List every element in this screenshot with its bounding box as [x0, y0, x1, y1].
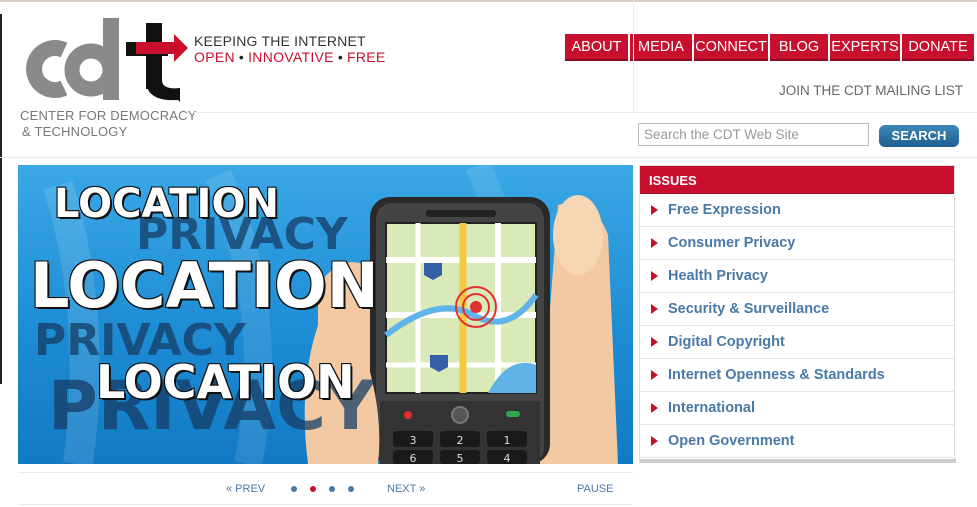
bullet-arrow-icon — [651, 271, 658, 281]
keypad-key: 1 — [504, 434, 511, 447]
issues-title: ISSUES — [640, 166, 954, 194]
left-border — [0, 14, 2, 384]
keypad-key: 6 — [410, 452, 417, 464]
search-divider — [0, 157, 977, 158]
slider-bottom-divider — [18, 504, 633, 505]
logo-subtitle-line1: CENTER FOR DEMOCRACY — [20, 108, 197, 123]
issue-label: Health Privacy — [668, 268, 768, 284]
bullet-arrow-icon — [651, 403, 658, 413]
hero-word-location: LOCATION — [95, 354, 356, 410]
cdt-logo[interactable]: CENTER FOR DEMOCRACY & TECHNOLOGY — [18, 18, 196, 143]
issue-open-government[interactable]: Open Government — [640, 425, 954, 458]
keypad-key: 5 — [457, 452, 464, 464]
tagline-word: OPEN — [194, 49, 235, 65]
issue-label: International — [668, 400, 756, 416]
nav-experts[interactable]: EXPERTS — [830, 34, 900, 61]
issue-label: Open Government — [668, 433, 795, 449]
issue-internet-openness[interactable]: Internet Openness & Standards — [640, 359, 954, 392]
issue-security-surveillance[interactable]: Security & Surveillance — [640, 293, 954, 326]
bullet-arrow-icon — [651, 436, 658, 446]
slider-dot[interactable] — [291, 486, 297, 492]
tagline-word: FREE — [347, 49, 386, 65]
keypad-key: 4 — [504, 452, 511, 464]
nav-blog[interactable]: BLOG — [770, 34, 828, 61]
hero-word-location: LOCATION — [29, 248, 380, 323]
hero-slide[interactable]: 3 2 1 6 5 4 PRIVACY PRIVACY PRIVACY LOCA… — [18, 165, 633, 464]
bullet-arrow-icon — [651, 238, 658, 248]
issues-panel: ISSUES Free Expression Consumer Privacy … — [639, 165, 956, 463]
issue-international[interactable]: International — [640, 392, 954, 425]
issue-label: Free Expression — [668, 202, 781, 218]
main-nav: ABOUT MEDIA CONNECT BLOG EXPERTS DONATE — [565, 34, 974, 61]
issue-label: Consumer Privacy — [668, 235, 796, 251]
slider-next-button[interactable]: NEXT » — [387, 483, 425, 495]
search-input[interactable]: Search the CDT Web Site — [638, 123, 869, 146]
issue-label: Digital Copyright — [668, 334, 785, 350]
logo-subtitle-line2: & TECHNOLOGY — [22, 124, 128, 139]
bullet-arrow-icon — [651, 337, 658, 347]
nav-connect[interactable]: CONNECT — [694, 34, 768, 61]
issue-label: Security & Surveillance — [668, 301, 830, 317]
tagline-word: INNOVATIVE — [248, 49, 334, 65]
cdt-logo-mark — [26, 18, 188, 102]
bullet-arrow-icon — [651, 205, 658, 215]
issue-digital-copyright[interactable]: Digital Copyright — [640, 326, 954, 359]
tagline-line1: KEEPING THE INTERNET — [194, 33, 366, 49]
header-divider — [190, 112, 977, 113]
issue-label: Internet Openness & Standards — [668, 367, 885, 383]
issue-consumer-privacy[interactable]: Consumer Privacy — [640, 227, 954, 260]
issues-footer-bar — [640, 459, 956, 463]
slider-dot[interactable] — [329, 486, 335, 492]
search-button[interactable]: SEARCH — [879, 125, 959, 147]
tagline: KEEPING THE INTERNET OPEN • INNOVATIVE • FRE… — [194, 33, 386, 65]
bullet-arrow-icon — [651, 370, 658, 380]
keypad-key: 3 — [410, 434, 417, 447]
mailing-list-link[interactable]: JOIN THE CDT MAILING LIST — [779, 83, 963, 98]
slider-top-divider — [18, 472, 633, 473]
header-vertical-divider — [633, 0, 634, 112]
logo-subtitle: CENTER FOR DEMOCRACY & TECHNOLOGY — [20, 108, 197, 140]
tagline-line2: OPEN • INNOVATIVE • FREE — [194, 49, 386, 65]
bullet-arrow-icon — [651, 304, 658, 314]
slider-prev-button[interactable]: « PREV — [226, 483, 265, 495]
nav-about[interactable]: ABOUT — [565, 34, 628, 61]
top-border — [0, 0, 977, 2]
slider-pause-button[interactable]: PAUSE — [577, 483, 613, 495]
keypad-key: 2 — [457, 434, 464, 447]
issue-health-privacy[interactable]: Health Privacy — [640, 260, 954, 293]
hero-word-location: LOCATION — [53, 180, 280, 228]
slider-dot-active[interactable] — [310, 486, 316, 492]
slider-dot[interactable] — [348, 486, 354, 492]
nav-donate[interactable]: DONATE — [902, 34, 974, 61]
nav-media[interactable]: MEDIA — [630, 34, 692, 61]
issue-free-expression[interactable]: Free Expression — [640, 194, 954, 227]
